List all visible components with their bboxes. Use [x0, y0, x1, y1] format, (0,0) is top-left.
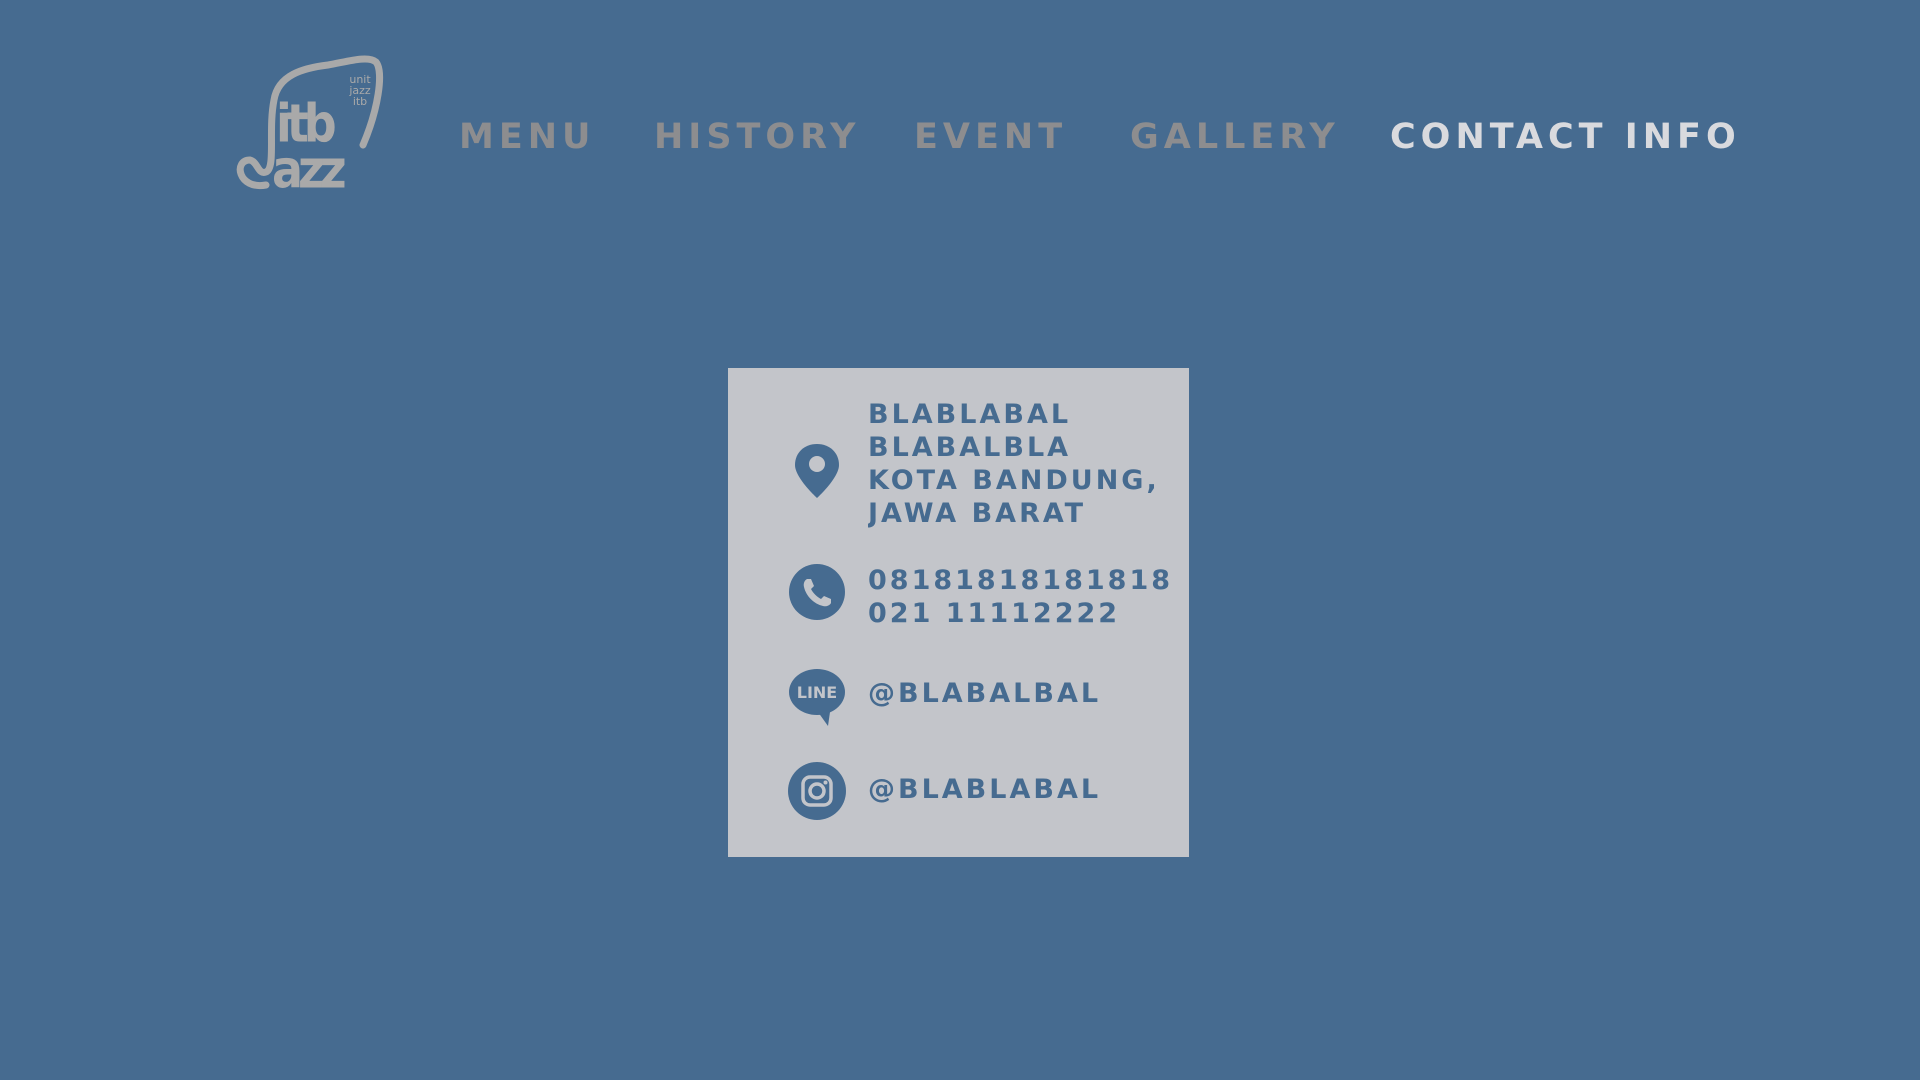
nav-item-gallery[interactable]: GALLERY: [1130, 112, 1340, 162]
line-icon-label: LINE: [797, 683, 837, 702]
instagram-icon: [788, 762, 846, 820]
phone-line-1: 08181818181818: [868, 565, 1174, 596]
address-line-4: JAWA BARAT: [868, 498, 1087, 529]
line-app-icon: LINE: [789, 669, 845, 726]
address-line-2: BLABALBLA: [868, 432, 1072, 463]
contact-card: BLABLABAL BLABALBLA KOTA BANDUNG, JAWA B…: [728, 368, 1189, 857]
address-line-1: BLABLABAL: [868, 399, 1072, 430]
logo-word-azz: azz: [272, 138, 347, 201]
instagram-handle: @BLABLABAL: [868, 774, 1102, 805]
nav-item-menu[interactable]: MENU: [459, 112, 595, 162]
phone-line-2: 021 11112222: [868, 598, 1121, 629]
phone-icon: [789, 564, 845, 620]
line-handle: @BLABALBAL: [868, 678, 1102, 709]
phone-text: 08181818181818 021 11112222: [868, 564, 1176, 630]
address-line-3: KOTA BANDUNG,: [868, 465, 1160, 496]
nav-item-event[interactable]: EVENT: [914, 112, 1067, 162]
itb-jazz-logo[interactable]: unit jazz itb itb azz: [228, 50, 388, 200]
logo-small-text-3: itb: [352, 95, 368, 108]
location-pin-icon: [795, 444, 839, 498]
nav-item-contact-info[interactable]: CONTACT INFO: [1390, 112, 1741, 162]
address-text: BLABLABAL BLABALBLA KOTA BANDUNG, JAWA B…: [868, 398, 1188, 530]
nav-item-history[interactable]: HISTORY: [654, 112, 861, 162]
